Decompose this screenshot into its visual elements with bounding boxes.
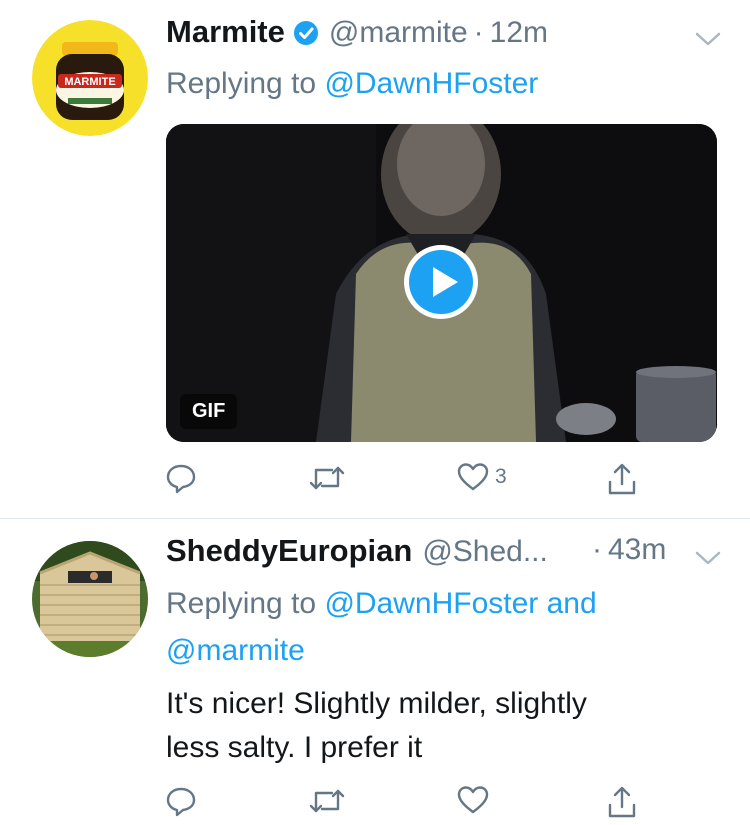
reply-icon (166, 787, 196, 817)
share-icon (608, 463, 636, 495)
timestamp[interactable]: 43m (608, 533, 666, 567)
play-icon (404, 245, 478, 319)
replying-to: Replying to @DawnHFoster (166, 60, 538, 107)
chevron-down-icon[interactable] (694, 549, 722, 567)
replying-to-label: Replying to (166, 587, 317, 620)
share-button[interactable] (606, 462, 638, 496)
reply-icon (166, 464, 196, 494)
retweet-icon (309, 789, 345, 813)
reply-user-link[interactable]: @DawnHFoster (324, 67, 538, 100)
reply-button[interactable] (165, 462, 197, 494)
chevron-down-icon[interactable] (694, 30, 722, 48)
like-icon (457, 463, 489, 491)
replying-to-label: Replying to (166, 67, 317, 100)
retweet-button[interactable] (308, 462, 346, 494)
separator-dot: · (592, 533, 602, 566)
retweet-button[interactable] (308, 785, 346, 817)
avatar[interactable]: MARMITE (32, 20, 148, 136)
like-button[interactable]: 3 (457, 462, 507, 492)
handle[interactable]: @marmite (329, 16, 468, 50)
play-button[interactable] (402, 243, 480, 321)
tweet-header: SheddyEuropian @Shed... (166, 533, 548, 569)
tweet-actions: 3 (0, 462, 750, 502)
tweet-text-line: It's nicer! Slightly milder, slightly (166, 687, 587, 720)
handle[interactable]: @Shed... (422, 535, 548, 569)
reply-user-link-2[interactable]: @marmite (166, 634, 305, 667)
separator-dot: · (473, 16, 484, 49)
timestamp[interactable]: 12m (490, 16, 548, 50)
share-button[interactable] (606, 785, 638, 819)
display-name[interactable]: Marmite (166, 14, 285, 50)
tweet-marmite[interactable]: MARMITE Marmite @marmite · 12m Replying … (0, 0, 750, 518)
reply-button[interactable] (165, 785, 197, 817)
tweet-time: · 43m (592, 533, 666, 567)
tweet-text: It's nicer! Slightly milder, slightly le… (166, 682, 726, 770)
tweet-text-line: less salty. I prefer it (166, 731, 423, 764)
tweet-sheddyeuropian[interactable]: SheddyEuropian @Shed... · 43m Replying t… (0, 519, 750, 823)
like-count: 3 (495, 465, 507, 488)
like-icon (457, 786, 489, 814)
retweet-icon (309, 466, 345, 490)
reply-user-link[interactable]: @DawnHFoster and (324, 587, 596, 620)
tweet-header: Marmite @marmite · 12m (166, 14, 548, 50)
share-icon (608, 786, 636, 818)
avatar[interactable] (32, 541, 148, 657)
like-button[interactable] (457, 785, 489, 815)
display-name[interactable]: SheddyEuropian (166, 533, 412, 569)
gif-media[interactable]: GIF (166, 124, 717, 442)
gif-badge: GIF (180, 394, 238, 429)
verified-badge-icon (293, 20, 319, 46)
replying-to: Replying to @DawnHFoster and @marmite (166, 580, 597, 674)
avatar-logo-text: MARMITE (64, 76, 115, 88)
tweet-actions (0, 785, 750, 825)
